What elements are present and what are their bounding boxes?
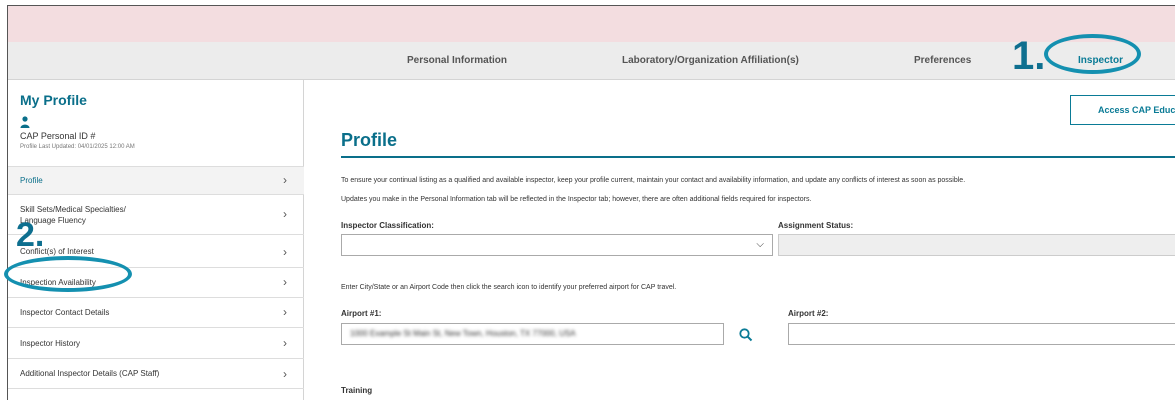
step-1-annotation: 1. — [1012, 34, 1046, 78]
assignment-status-label: Assignment Status: — [778, 221, 854, 230]
sidebar-item-profile[interactable]: Profile › — [8, 166, 304, 194]
airport-hint: Enter City/State or an Airport Code then… — [341, 284, 677, 291]
tab-laboratory-affiliations[interactable]: Laboratory/Organization Affiliation(s) — [622, 42, 799, 80]
training-section-title: Training — [341, 386, 373, 395]
sidebar-item-label: Inspector Contact Details — [20, 308, 110, 317]
chevron-right-icon: › — [283, 275, 287, 289]
chevron-right-icon: › — [283, 336, 287, 350]
sidebar-title: My Profile — [20, 92, 87, 108]
sidebar-item-label: Additional Inspector Details (CAP Staff) — [20, 369, 160, 378]
tab-personal-information[interactable]: Personal Information — [407, 42, 507, 80]
main-content: Access CAP Education Profile To ensure y… — [304, 80, 1175, 400]
sidebar-item-inspector-contact-details[interactable]: Inspector Contact Details › — [8, 297, 304, 327]
access-cap-education-button[interactable]: Access CAP Education — [1070, 95, 1175, 125]
airport-1-input[interactable]: 1000 Example St Main St, New Town, Houst… — [341, 323, 724, 345]
chevron-right-icon: › — [283, 367, 287, 381]
sidebar-item-inspector-history[interactable]: Inspector History › — [8, 327, 304, 358]
sidebar-item-skill-sets[interactable]: Skill Sets/Medical Specialties/ Language… — [8, 194, 304, 234]
step-2-annotation: 2. — [16, 216, 45, 254]
airport-1-label: Airport #1: — [341, 309, 382, 318]
assignment-status-field — [778, 234, 1175, 256]
step-1-highlight-ring — [1044, 34, 1141, 74]
airport-1-value: 1000 Example St Main St, New Town, Houst… — [350, 329, 576, 338]
title-divider — [341, 156, 1175, 158]
airport-2-label: Airport #2: — [788, 309, 829, 318]
sidebar: My Profile CAP Personal ID # Profile Las… — [8, 80, 304, 400]
chevron-right-icon: › — [283, 305, 287, 319]
chevron-right-icon: › — [283, 173, 287, 187]
airport-2-input[interactable] — [788, 323, 1175, 345]
sidebar-item-additional-inspector-details[interactable]: Additional Inspector Details (CAP Staff)… — [8, 358, 304, 389]
sidebar-item-label: Inspector History — [20, 339, 81, 348]
profile-last-updated: Profile Last Updated: 04/01/2025 12:00 A… — [20, 144, 135, 150]
step-2-highlight-ring — [4, 256, 132, 292]
top-banner — [8, 6, 1175, 42]
sidebar-item-label: Profile — [20, 176, 43, 185]
info-paragraph: Updates you make in the Personal Informa… — [341, 196, 812, 203]
inspector-classification-select[interactable]: ⌵ — [341, 234, 773, 256]
chevron-down-icon: ⌵ — [756, 239, 764, 250]
chevron-right-icon: › — [283, 207, 287, 221]
inspector-classification-label: Inspector Classification: — [341, 221, 434, 230]
app-frame: Personal Information Laboratory/Organiza… — [7, 5, 1175, 400]
tab-preferences[interactable]: Preferences — [914, 42, 971, 80]
tab-bar: Personal Information Laboratory/Organiza… — [8, 42, 1175, 80]
person-icon — [20, 116, 30, 128]
intro-paragraph: To ensure your continual listing as a qu… — [341, 177, 966, 184]
search-icon[interactable] — [738, 327, 754, 343]
personal-id-label: CAP Personal ID # — [20, 131, 96, 141]
page-title: Profile — [341, 130, 398, 150]
chevron-right-icon: › — [283, 245, 287, 259]
